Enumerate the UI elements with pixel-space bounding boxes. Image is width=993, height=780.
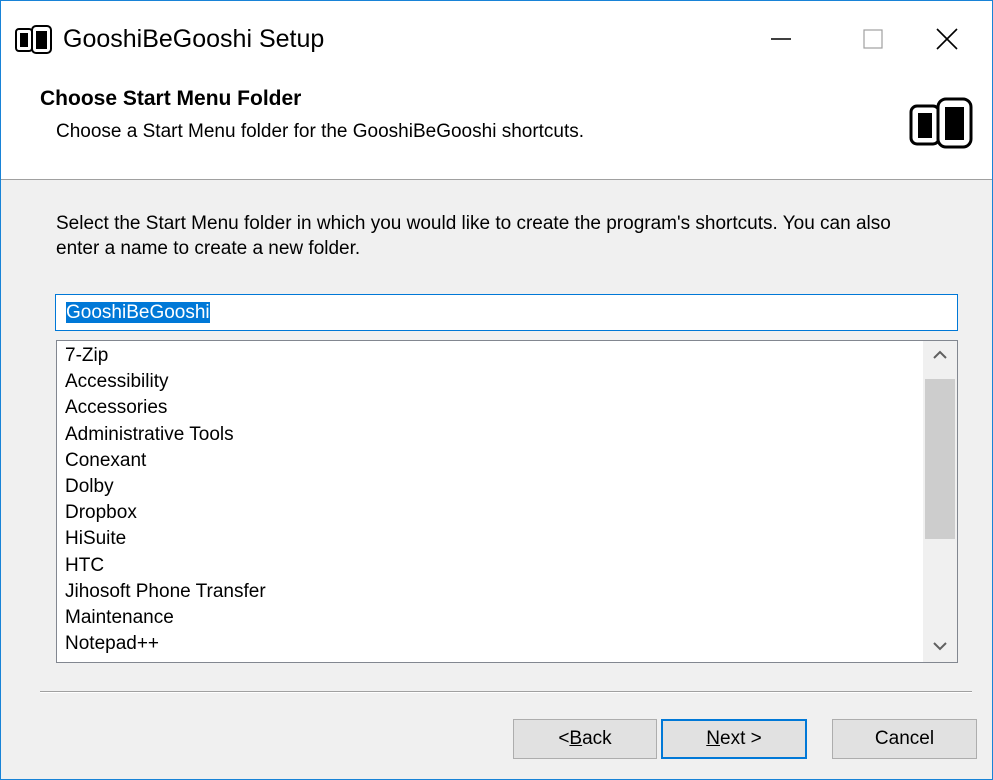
back-button-prefix: < [558,728,570,749]
folder-list-item[interactable]: Maintenance [65,605,266,631]
installer-app-icon [15,25,53,55]
back-button-accel: B [569,728,583,749]
cancel-button-label: Cancel [874,728,935,749]
minimize-button[interactable] [735,1,827,81]
close-button[interactable] [901,1,993,81]
folder-list-item[interactable]: HiSuite [65,526,266,552]
footer-divider [40,691,972,693]
folder-list-item[interactable]: Dropbox [65,500,266,526]
folder-list-item[interactable]: Accessories [65,395,266,421]
folder-list-item[interactable]: Conexant [65,448,266,474]
start-menu-folder-list[interactable]: 7-Zip Accessibility Accessories Administrat… [56,340,958,663]
minimize-icon [771,29,791,54]
chevron-up-icon [933,347,947,365]
folder-list-item[interactable]: 7-Zip [65,343,266,369]
back-button[interactable]: < Back [513,719,657,759]
instruction-text: Select the Start Menu folder in which yo… [56,213,891,259]
wizard-header: Choose Start Menu Folder Choose a Start … [1,83,992,180]
installer-window: GooshiBeGooshi Setup Choose Start Menu F… [0,0,993,780]
scroll-up-button[interactable] [923,341,957,371]
close-icon [936,27,958,55]
folder-list-items: 7-Zip Accessibility Accessories Administrat… [65,343,266,657]
folder-list-item[interactable]: Accessibility [65,369,266,395]
folder-input-value: GooshiBeGooshi [66,302,210,323]
installer-logo-icon [909,97,973,149]
next-button[interactable]: Next > [661,719,807,759]
chevron-down-icon [933,638,947,656]
next-button-label: ext > [720,728,762,749]
scroll-down-button[interactable] [923,632,957,662]
page-subtitle: Choose a Start Menu folder for the Goosh… [56,121,585,142]
start-menu-folder-input[interactable]: GooshiBeGooshi [55,294,958,331]
page-title: Choose Start Menu Folder [40,87,302,110]
title-bar[interactable]: GooshiBeGooshi Setup [1,1,992,83]
folder-list-item[interactable]: Jihosoft Phone Transfer [65,579,266,605]
cancel-button[interactable]: Cancel [832,719,977,759]
maximize-icon [863,28,883,54]
list-scrollbar[interactable] [923,341,957,662]
folder-list-item[interactable]: Notepad++ [65,631,266,657]
folder-list-item[interactable]: Dolby [65,474,266,500]
next-button-accel: N [706,728,720,749]
back-button-label: ack [582,728,612,749]
window-title: GooshiBeGooshi Setup [63,25,325,53]
folder-list-item[interactable]: Administrative Tools [65,422,266,448]
scroll-thumb[interactable] [925,379,955,539]
folder-list-item[interactable]: HTC [65,553,266,579]
